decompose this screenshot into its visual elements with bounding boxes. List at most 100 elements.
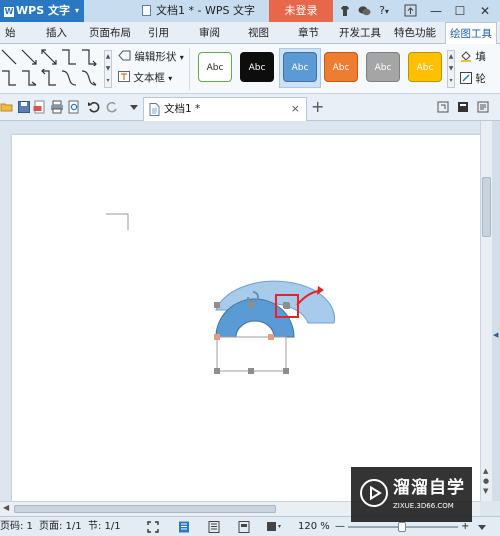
resize-handle[interactable] bbox=[284, 303, 290, 309]
outline-view-icon[interactable] bbox=[208, 521, 220, 533]
side-panel-toggle[interactable]: ◀ bbox=[492, 121, 500, 501]
resize-handle[interactable] bbox=[214, 368, 220, 374]
ribbon: ▲ ▼ ▾ 编辑形状 ▾ 文本框 ▾ Abc Abc Abc Abc Abc Abc… bbox=[0, 44, 500, 94]
minimize-button[interactable]: — bbox=[425, 0, 447, 22]
tab-references[interactable]: 引用 bbox=[148, 22, 169, 44]
watermark-title: 溜溜自学 bbox=[393, 478, 465, 498]
horizontal-scroll-thumb[interactable] bbox=[14, 505, 276, 513]
chevron-down-icon: ▾ bbox=[74, 6, 79, 15]
connector-icon[interactable] bbox=[80, 48, 98, 66]
drawing-canvas bbox=[106, 213, 335, 374]
connector-icon[interactable] bbox=[40, 48, 58, 66]
tab-features[interactable]: 特色功能 bbox=[394, 22, 436, 44]
close-tab-button[interactable]: × bbox=[291, 98, 300, 120]
output-pdf-icon[interactable] bbox=[33, 100, 47, 114]
shape-style-3[interactable]: Abc bbox=[279, 48, 321, 88]
connector-icon[interactable] bbox=[80, 69, 98, 87]
open-folder-icon[interactable] bbox=[0, 100, 14, 114]
connector-icon[interactable] bbox=[20, 69, 38, 87]
fill-button[interactable]: 填 bbox=[460, 49, 486, 65]
shape-style-2[interactable]: Abc bbox=[237, 48, 279, 88]
edit-shape-button[interactable]: 编辑形状 ▾ bbox=[118, 49, 184, 66]
login-button[interactable]: 未登录 bbox=[269, 0, 333, 22]
page-number: 页码: 1 bbox=[0, 521, 33, 532]
app-name: WPS 文字 bbox=[16, 4, 70, 17]
skin-icon[interactable] bbox=[337, 2, 353, 20]
vertical-scrollbar[interactable]: ▲ ● ▼ bbox=[480, 121, 492, 501]
collapse-icon[interactable] bbox=[456, 100, 470, 114]
connector-icon[interactable] bbox=[0, 69, 18, 87]
customize-dropdown-icon[interactable] bbox=[127, 100, 141, 114]
tab-chapter[interactable]: 章节 bbox=[298, 22, 319, 44]
connector-icon[interactable] bbox=[60, 69, 78, 87]
new-tab-button[interactable]: + bbox=[311, 97, 324, 117]
tab-drawing-tools[interactable]: 绘图工具 bbox=[445, 22, 497, 45]
text-box-button[interactable]: 文本框 ▾ bbox=[118, 70, 172, 87]
tab-view[interactable]: 视图 bbox=[248, 22, 269, 44]
feedback-icon[interactable] bbox=[356, 2, 372, 20]
connector-gallery[interactable] bbox=[0, 48, 100, 90]
connector-icon[interactable] bbox=[40, 69, 58, 87]
page-view-icon[interactable] bbox=[178, 521, 190, 533]
status-options-icon[interactable] bbox=[476, 521, 488, 533]
reading-mode-icon[interactable] bbox=[266, 521, 282, 533]
ribbon-divider bbox=[189, 48, 190, 90]
undo-icon[interactable] bbox=[87, 100, 101, 114]
wps-logo-icon: W bbox=[4, 7, 14, 17]
style-swatch: Abc bbox=[366, 52, 400, 82]
adjust-handle[interactable] bbox=[214, 334, 220, 340]
text-box-icon bbox=[118, 71, 130, 82]
close-button[interactable]: ✕ bbox=[474, 0, 496, 22]
scroll-left-icon[interactable]: ◀ bbox=[3, 503, 9, 512]
section-count: 节: 1/1 bbox=[88, 521, 121, 532]
settings-icon[interactable] bbox=[476, 100, 490, 114]
print-icon[interactable] bbox=[50, 100, 64, 114]
style-swatch: Abc bbox=[324, 52, 358, 82]
save-icon[interactable] bbox=[17, 100, 31, 114]
dictionary-icon[interactable] bbox=[436, 100, 450, 114]
tab-review[interactable]: 审阅 bbox=[199, 22, 220, 44]
gallery-scroll[interactable]: ▲ ▼ ▾ bbox=[104, 50, 112, 88]
zoom-slider-thumb[interactable] bbox=[398, 522, 406, 532]
app-menu-button[interactable]: W WPS 文字 ▾ bbox=[0, 0, 84, 22]
pen-icon bbox=[460, 72, 472, 84]
zoom-level[interactable]: 120 % bbox=[298, 517, 330, 536]
help-button[interactable]: ?▾ bbox=[374, 2, 394, 20]
print-preview-icon[interactable] bbox=[67, 100, 81, 114]
redo-icon[interactable] bbox=[105, 100, 119, 114]
selection-box bbox=[216, 336, 287, 372]
zoom-out-button[interactable]: — bbox=[335, 517, 345, 536]
restore-ribbon-button[interactable] bbox=[399, 0, 421, 22]
tab-start[interactable]: 始 bbox=[5, 22, 16, 44]
resize-handle[interactable] bbox=[248, 302, 254, 308]
adjust-handle[interactable] bbox=[268, 334, 274, 340]
resize-handle[interactable] bbox=[214, 302, 220, 308]
play-logo-icon bbox=[360, 479, 388, 507]
connector-icon[interactable] bbox=[60, 48, 78, 66]
shape-style-1[interactable]: Abc bbox=[195, 48, 237, 88]
edit-shape-icon bbox=[118, 50, 131, 61]
connector-icon[interactable] bbox=[0, 48, 18, 66]
vertical-scroll-thumb[interactable] bbox=[482, 177, 491, 237]
chevron-down-icon: ▾ bbox=[168, 74, 173, 83]
document-page[interactable] bbox=[12, 135, 480, 501]
edit-shape-label: 编辑形状 bbox=[134, 51, 177, 63]
web-view-icon[interactable] bbox=[238, 521, 250, 533]
shape-style-6[interactable]: Abc bbox=[405, 48, 447, 88]
tab-page-layout[interactable]: 页面布局 bbox=[89, 22, 131, 44]
margin-mark bbox=[106, 213, 129, 230]
page-nav-arrows[interactable]: ▲ ● ▼ bbox=[483, 466, 489, 496]
resize-handle[interactable] bbox=[248, 368, 254, 374]
tab-insert[interactable]: 插入 bbox=[46, 22, 67, 44]
connector-icon[interactable] bbox=[20, 48, 38, 66]
maximize-button[interactable]: ☐ bbox=[449, 0, 471, 22]
full-screen-icon[interactable] bbox=[147, 521, 159, 533]
outline-button[interactable]: 轮 bbox=[460, 71, 486, 87]
tab-developer[interactable]: 开发工具 bbox=[339, 22, 381, 44]
shape-style-5[interactable]: Abc bbox=[363, 48, 405, 88]
document-tab[interactable]: 文档1 * × bbox=[143, 97, 307, 121]
resize-handle[interactable] bbox=[283, 368, 289, 374]
style-gallery-scroll[interactable]: ▲ ▼ ▾ bbox=[447, 50, 455, 88]
shape-style-4[interactable]: Abc bbox=[321, 48, 363, 88]
style-swatch: Abc bbox=[408, 52, 442, 82]
